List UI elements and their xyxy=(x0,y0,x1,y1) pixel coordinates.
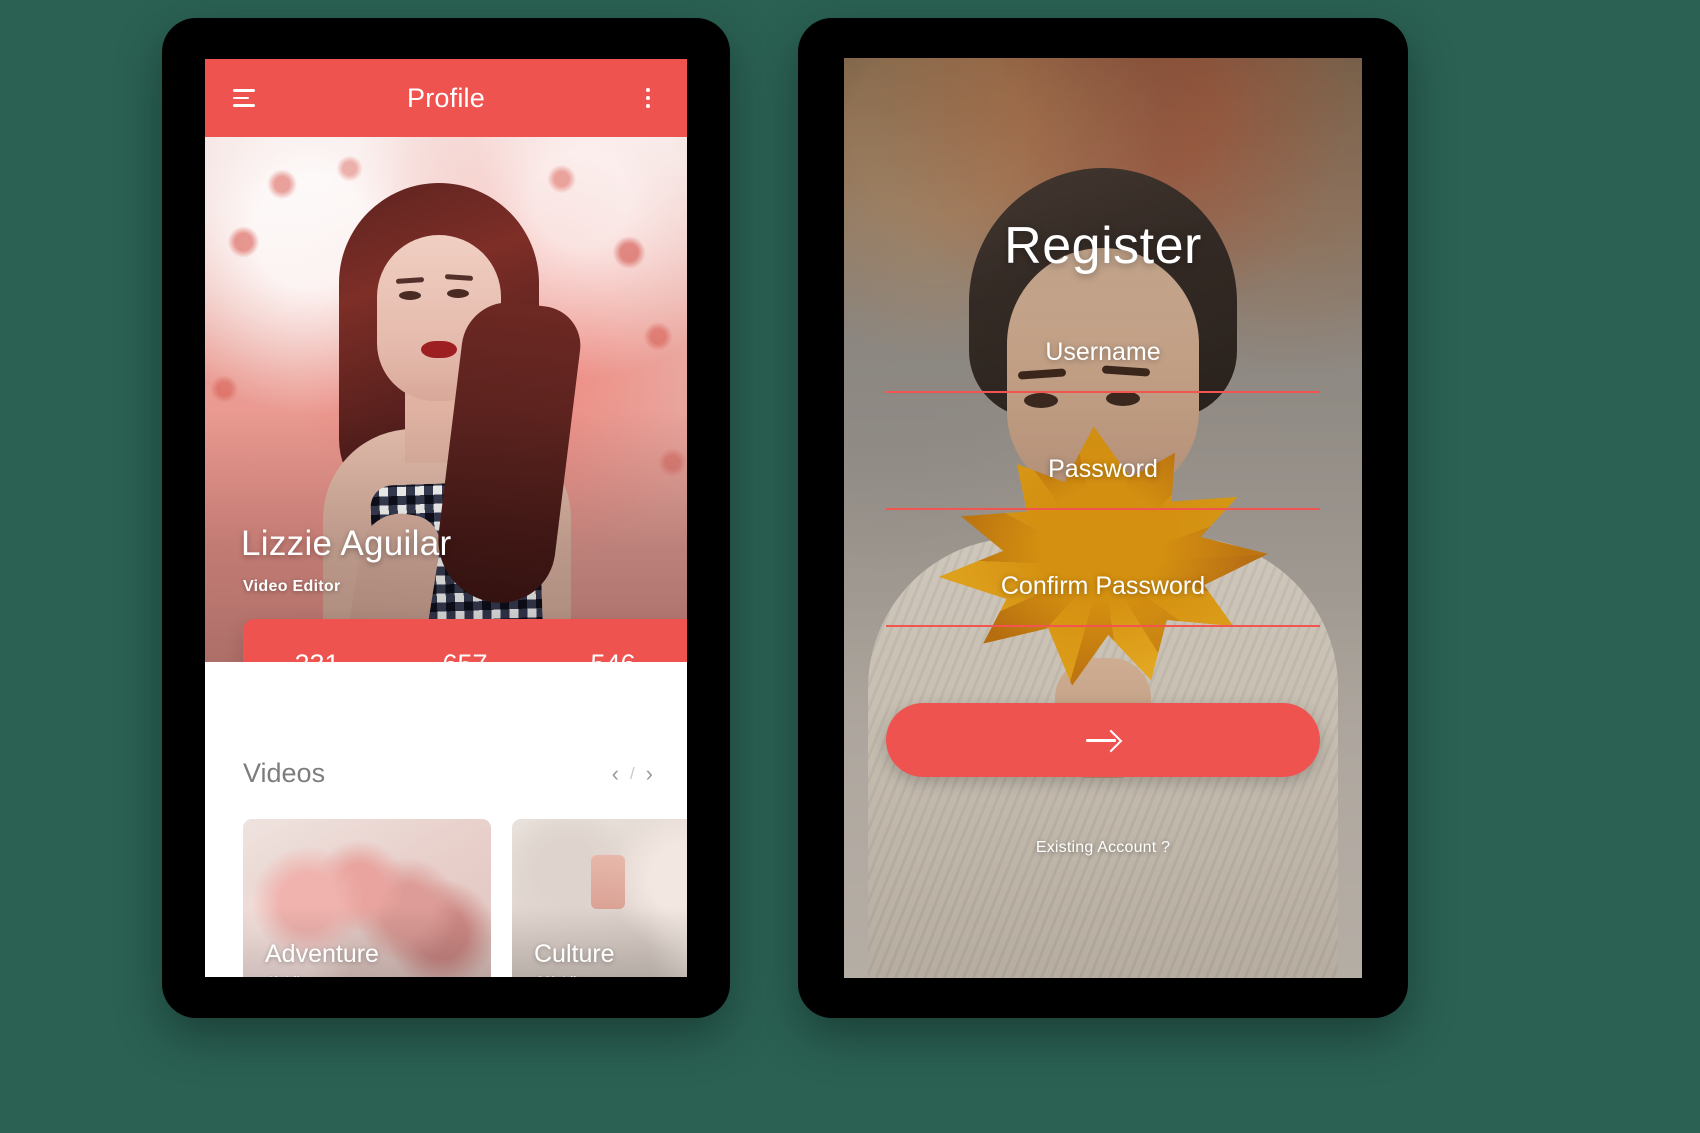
confirm-password-field-group[interactable]: Confirm Password xyxy=(886,572,1320,627)
stat-following[interactable]: 657 Following xyxy=(391,649,539,662)
stat-likes[interactable]: 231 Likes xyxy=(243,649,391,662)
videos-section-header: Videos ‹ / › xyxy=(205,758,687,789)
video-card-likes: 23k Likes xyxy=(536,973,595,977)
kebab-menu-icon xyxy=(646,88,650,108)
chevron-right-icon[interactable]: › xyxy=(646,762,653,785)
app-bar: Profile xyxy=(205,59,687,137)
device-frame-profile: Profile Lizzie Aguilar Video Editor Vide… xyxy=(162,18,730,1018)
profile-hero: Lizzie Aguilar Video Editor 231 Likes 65… xyxy=(205,137,687,662)
video-card-title: Adventure xyxy=(265,940,379,968)
hamburger-icon xyxy=(233,89,255,107)
stats-card: 231 Likes 657 Following 546 Followers xyxy=(243,619,687,662)
chevron-left-icon[interactable]: ‹ xyxy=(612,762,619,785)
password-field-group[interactable]: Password xyxy=(886,455,1320,510)
device-screen-profile: Profile Lizzie Aguilar Video Editor Vide… xyxy=(205,59,687,977)
confirm-password-label: Confirm Password xyxy=(1000,572,1206,600)
register-form: Register Username Password Confirm Passw… xyxy=(844,58,1362,978)
password-label: Password xyxy=(1048,455,1158,483)
profile-screen: Profile Lizzie Aguilar Video Editor Vide… xyxy=(205,59,687,977)
username-input-underline[interactable] xyxy=(886,391,1320,393)
password-input-underline[interactable] xyxy=(886,508,1320,510)
confirm-password-input-underline[interactable] xyxy=(886,625,1320,627)
video-card-likes: 1k Likes xyxy=(267,973,318,977)
video-card[interactable]: Culture 23k Likes xyxy=(512,819,687,977)
stat-likes-value: 231 xyxy=(243,649,391,662)
pager-separator: / xyxy=(629,763,635,783)
video-card[interactable]: Adventure 1k Likes xyxy=(243,819,491,977)
device-frame-register: Register Username Password Confirm Passw… xyxy=(798,18,1408,1018)
register-title: Register xyxy=(1004,217,1202,275)
hamburger-menu-button[interactable] xyxy=(227,81,261,115)
page-title: Profile xyxy=(407,82,485,113)
register-screen: Register Username Password Confirm Passw… xyxy=(844,58,1362,978)
existing-account-link[interactable]: Existing Account ? xyxy=(1036,839,1170,857)
videos-section-title: Videos xyxy=(243,758,326,788)
overflow-menu-button[interactable] xyxy=(631,81,665,115)
videos-card-list: Adventure 1k Likes Culture 23k Likes xyxy=(205,789,687,977)
stat-followers-value: 546 xyxy=(539,649,687,662)
videos-pager: ‹ / › xyxy=(612,762,653,785)
username-field-group[interactable]: Username xyxy=(886,338,1320,393)
stat-followers[interactable]: 546 Followers xyxy=(539,649,687,662)
profile-role: Video Editor xyxy=(243,578,341,595)
register-submit-button[interactable] xyxy=(886,703,1320,777)
video-card-title: Culture xyxy=(534,940,615,968)
profile-content: Videos ‹ / › Adventure 1k Likes xyxy=(205,662,687,977)
username-label: Username xyxy=(1045,338,1161,366)
profile-name: Lizzie Aguilar xyxy=(241,524,452,563)
arrow-right-icon xyxy=(1086,730,1120,750)
device-screen-register: Register Username Password Confirm Passw… xyxy=(844,58,1362,978)
stat-following-value: 657 xyxy=(391,649,539,662)
mockup-stage: Profile Lizzie Aguilar Video Editor Vide… xyxy=(0,0,1700,1133)
